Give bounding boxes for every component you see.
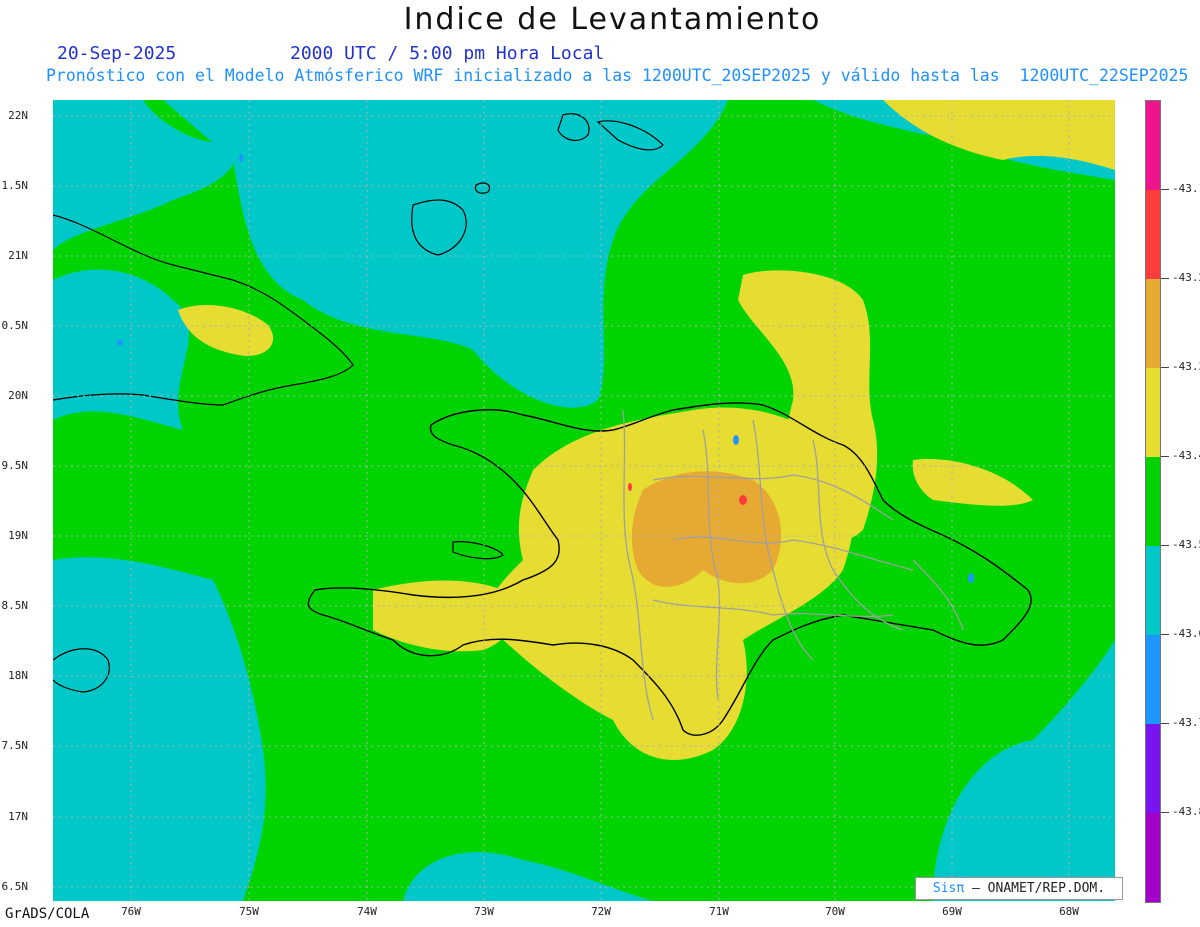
lon-label: 68W (1059, 905, 1079, 918)
lon-label: 76W (121, 905, 141, 918)
colorbar-swatch (1146, 457, 1160, 546)
forecast-date: 20-Sep-2025 (57, 43, 177, 64)
orange-core (631, 471, 782, 587)
lon-label: 70W (825, 905, 845, 918)
colorbar-swatch (1146, 546, 1160, 635)
lat-label: 7.5N (1, 739, 29, 752)
lat-label: 1.5N (1, 179, 29, 192)
lon-label: 69W (942, 905, 962, 918)
colorbar-label: -43.5 (1172, 538, 1200, 551)
blue-cell-1 (733, 435, 739, 445)
lat-label: 9.5N (1, 459, 29, 472)
colorbar-label: -43.1 (1172, 182, 1200, 195)
colorbar (1145, 100, 1161, 903)
colorbar-label: -43.4 (1172, 449, 1200, 462)
lat-label: 22N (8, 109, 28, 122)
blue-cell-3 (117, 340, 123, 346)
lon-label: 73W (474, 905, 494, 918)
lifted-index-map (53, 100, 1115, 901)
lon-label: 72W (591, 905, 611, 918)
lat-label: 19N (8, 529, 28, 542)
colorbar-swatch (1146, 635, 1160, 724)
colorbar-swatch (1146, 101, 1160, 190)
forecast-description: Pronóstico con el Modelo Atmósferico WRF… (46, 66, 1189, 85)
lat-label: 18N (8, 669, 28, 682)
lon-label: 75W (239, 905, 259, 918)
colorbar-label: -43.6 (1172, 627, 1200, 640)
blue-cell-4 (239, 154, 243, 162)
lat-label: 21N (8, 249, 28, 262)
lat-label: 6.5N (1, 880, 29, 893)
map-title: Indice de Levantamiento (403, 2, 822, 37)
colorbar-label: -43.3 (1172, 360, 1200, 373)
red-cell-2 (628, 483, 632, 491)
lat-label: 17N (8, 810, 28, 823)
colorbar-label: -43.8 (1172, 805, 1200, 818)
colorbar-swatch (1146, 724, 1160, 813)
colorbar-swatch (1146, 279, 1160, 368)
colorbar-swatch (1146, 368, 1160, 457)
lon-label: 74W (357, 905, 377, 918)
colorbar-label: -43.7 (1172, 716, 1200, 729)
colorbar-swatch (1146, 190, 1160, 279)
credit-box: Sisπ – ONAMET/REP.DOM. (915, 877, 1123, 900)
lat-label: 8.5N (1, 599, 29, 612)
lon-label: 71W (709, 905, 729, 918)
forecast-time: 2000 UTC / 5:00 pm Hora Local (290, 43, 605, 64)
lat-label: 0.5N (1, 319, 29, 332)
software-label: GrADS/COLA (5, 906, 90, 922)
lat-label: 20N (8, 389, 28, 402)
colorbar-swatch (1146, 813, 1160, 902)
credit-brand: Sisπ (932, 881, 965, 896)
colorbar-label: -43.2 (1172, 271, 1200, 284)
red-cell-1 (739, 495, 747, 505)
blue-cell-2 (968, 573, 974, 583)
credit-text: – ONAMET/REP.DOM. (964, 881, 1106, 896)
